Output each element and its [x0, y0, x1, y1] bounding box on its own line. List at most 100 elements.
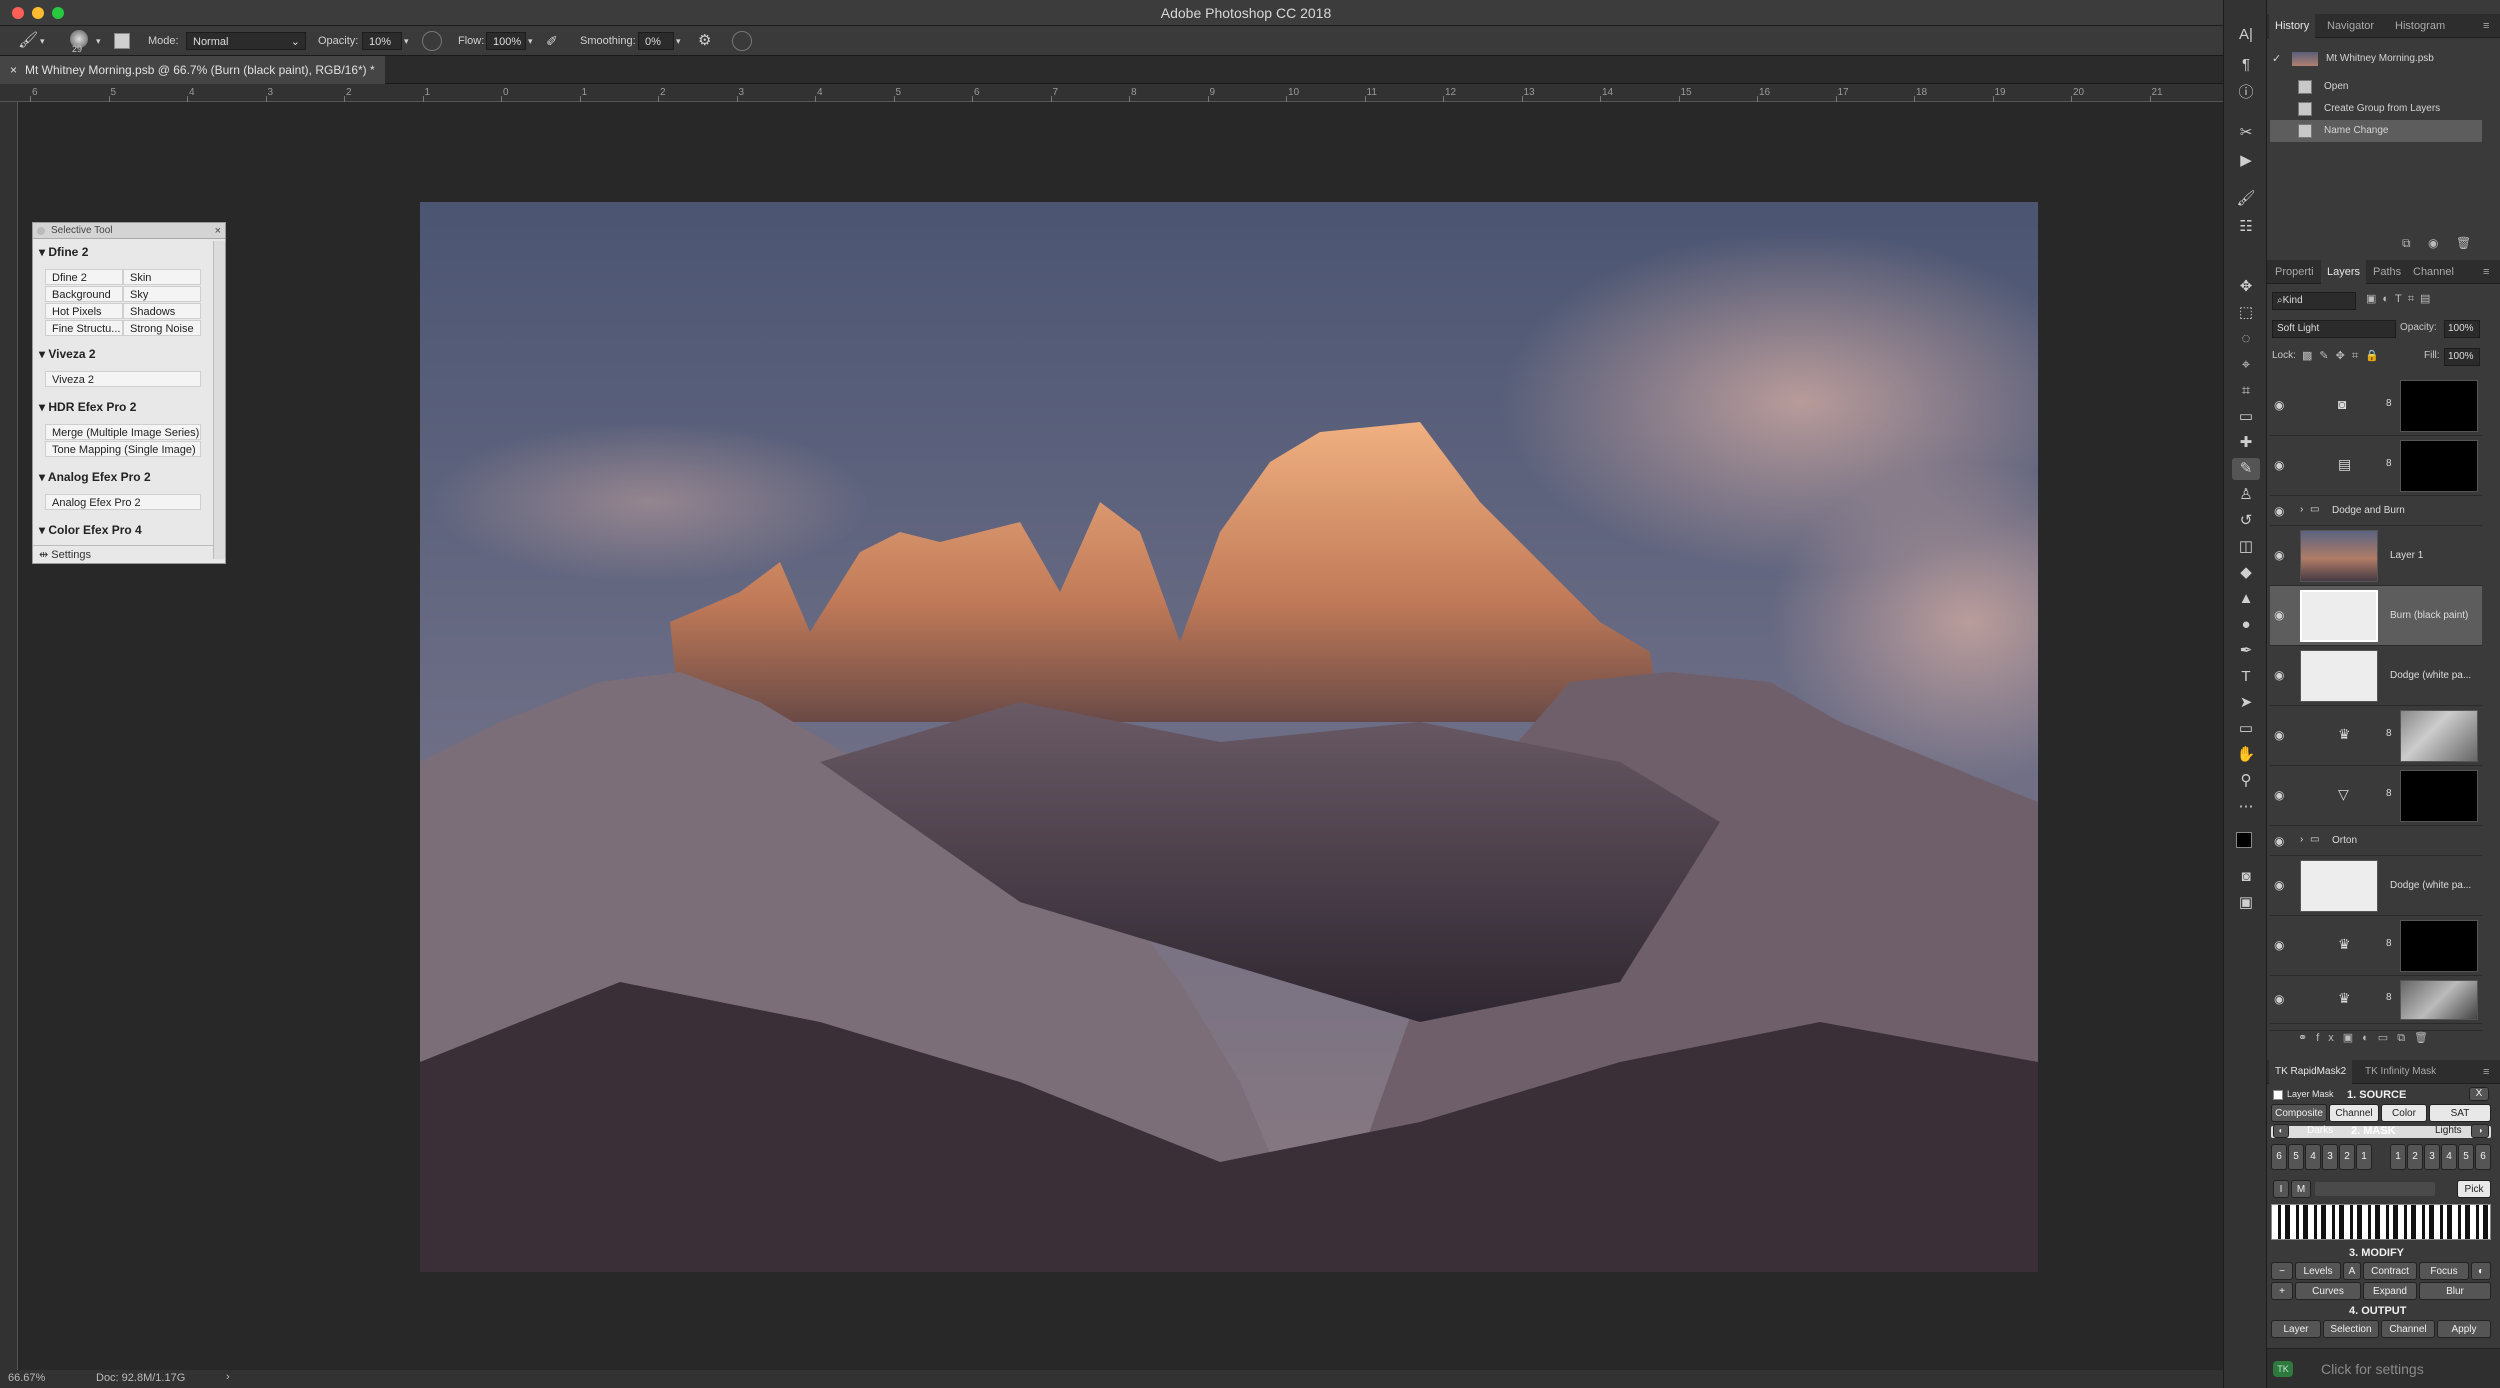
expand-button[interactable]: Expand — [2363, 1282, 2417, 1300]
section-analog[interactable]: ▾ Analog Efex Pro 2 — [39, 470, 151, 484]
layer-mask-thumbnail[interactable] — [2400, 440, 2478, 492]
layer-row[interactable]: ◉ ♛ 8 — [2270, 976, 2482, 1024]
brush-tool-icon[interactable]: 🖌 — [18, 32, 38, 50]
marquee-icon[interactable]: ⬚ — [2232, 302, 2260, 324]
color-button[interactable]: Color — [2381, 1104, 2427, 1122]
close-icon[interactable]: × — [215, 223, 221, 239]
history-item[interactable]: Open — [2270, 76, 2482, 98]
paint-bucket-icon[interactable]: ◆ — [2232, 562, 2260, 584]
lock-icons[interactable]: ▩✎✥⌗🔒 — [2302, 349, 2386, 363]
output-channel-button[interactable]: Channel — [2381, 1320, 2435, 1338]
section-viveza[interactable]: ▾ Viveza 2 — [39, 347, 96, 361]
eye-icon[interactable]: ◉ — [2274, 938, 2290, 952]
layer-thumbnail[interactable] — [2300, 650, 2378, 702]
trash-icon[interactable]: 🗑 — [2456, 236, 2471, 250]
levels-button[interactable]: Levels — [2295, 1262, 2341, 1280]
chevron-down-icon[interactable]: ▾ — [404, 32, 409, 50]
layer-mask-checkbox[interactable] — [2273, 1090, 2283, 1100]
dark-5-button[interactable]: 5 — [2288, 1144, 2304, 1170]
blur-icon[interactable]: ▲ — [2232, 588, 2260, 610]
history-snapshot[interactable]: ✓ Mt Whitney Morning.psb — [2270, 48, 2482, 70]
chevron-down-icon[interactable]: ▾ — [96, 32, 101, 50]
section-color-efex[interactable]: ▾ Color Efex Pro 4 — [39, 523, 142, 537]
tone-mapping-button[interactable]: Tone Mapping (Single Image) — [45, 441, 201, 457]
layer-row[interactable]: ◉ ▽ 8 — [2270, 766, 2482, 826]
eye-icon[interactable]: ◉ — [2274, 992, 2290, 1006]
quick-mask-icon[interactable]: ◙ — [2232, 866, 2260, 888]
focus-button[interactable]: Focus — [2419, 1262, 2469, 1280]
layer-row-selected[interactable]: ◉ Burn (black paint) — [2270, 586, 2482, 646]
tab-layers[interactable]: Layers — [2321, 260, 2367, 284]
layer-group-row[interactable]: ◉ › ▭ Orton — [2270, 826, 2482, 856]
layer-filter-select[interactable]: ⌕Kind — [2272, 292, 2356, 310]
opacity-field[interactable]: 10% — [362, 32, 402, 50]
history-item[interactable]: Create Group from Layers — [2270, 98, 2482, 120]
info-icon[interactable]: ⓘ — [2232, 82, 2260, 104]
camera-icon[interactable]: ◉ — [2428, 236, 2438, 250]
light-2-button[interactable]: 2 — [2407, 1144, 2423, 1170]
scissors-icon[interactable]: ✂ — [2232, 122, 2260, 144]
mask-slider[interactable] — [2315, 1182, 2435, 1196]
eye-icon[interactable]: ◉ — [2274, 728, 2290, 742]
chevron-down-icon[interactable]: ▾ — [528, 32, 533, 50]
merge-button[interactable]: Merge (Multiple Image Series) — [45, 424, 201, 440]
hand-icon[interactable]: ✋ — [2232, 744, 2260, 766]
layer-mask-thumbnail[interactable] — [2400, 980, 2478, 1020]
document-image[interactable] — [420, 202, 2038, 1272]
dark-4-button[interactable]: 4 — [2305, 1144, 2321, 1170]
blend-mode-select[interactable]: Soft Light — [2272, 320, 2396, 338]
plus-icon[interactable]: + — [2271, 1282, 2293, 1300]
tab-channels[interactable]: Channel — [2407, 260, 2460, 284]
sat-button[interactable]: SAT — [2429, 1104, 2491, 1122]
tab-histogram[interactable]: Histogram — [2389, 14, 2451, 38]
history-item-selected[interactable]: Name Change — [2270, 120, 2482, 142]
pressure-opacity-icon[interactable] — [422, 31, 442, 51]
skin-button[interactable]: Skin — [123, 269, 201, 285]
brush-icon[interactable]: 🖌 — [2232, 188, 2260, 210]
layer-row[interactable]: ◉ ♛ 8 — [2270, 916, 2482, 976]
pressure-size-icon[interactable] — [732, 31, 752, 51]
light-4-button[interactable]: 4 — [2441, 1144, 2457, 1170]
screen-mode-icon[interactable]: ▣ — [2232, 892, 2260, 914]
layer-fill-field[interactable]: 100% — [2444, 348, 2480, 366]
menu-icon[interactable]: ≡ — [2477, 14, 2495, 38]
history-brush-icon[interactable]: ↺ — [2232, 510, 2260, 532]
stamp-icon[interactable]: ♙ — [2232, 484, 2260, 506]
blur-button[interactable]: Blur — [2419, 1282, 2491, 1300]
eye-icon[interactable]: ◉ — [2274, 548, 2290, 562]
tab-properties[interactable]: Properti — [2269, 260, 2320, 284]
light-3-button[interactable]: 3 — [2424, 1144, 2440, 1170]
brush-tool-icon[interactable]: ✎ — [2232, 458, 2260, 480]
healing-icon[interactable]: ✚ — [2232, 432, 2260, 454]
layer-row[interactable]: ◉ Dodge (white pa... — [2270, 646, 2482, 706]
background-button[interactable]: Background — [45, 286, 123, 302]
curves-button[interactable]: Curves — [2295, 1282, 2361, 1300]
layer-mask-thumbnail[interactable] — [2400, 380, 2478, 432]
more-icon[interactable]: ⋯ — [2232, 796, 2260, 818]
eye-icon[interactable]: ◉ — [2274, 398, 2290, 412]
chevron-right-icon[interactable]: › — [2300, 504, 2303, 515]
layer-thumbnail[interactable] — [2300, 590, 2378, 642]
ruler-icon[interactable]: ▭ — [2232, 406, 2260, 428]
flow-field[interactable]: 100% — [486, 32, 526, 50]
vertical-ruler[interactable] — [0, 102, 18, 1370]
brush-settings-icon[interactable] — [114, 33, 130, 49]
i-button[interactable]: I — [2273, 1180, 2289, 1198]
layer-mask-thumbnail[interactable] — [2400, 710, 2478, 762]
chevron-right-icon[interactable]: › — [2300, 834, 2303, 845]
path-select-icon[interactable]: ➤ — [2232, 692, 2260, 714]
darks-toggle-icon[interactable]: ◐ — [2273, 1124, 2289, 1138]
quick-select-icon[interactable]: ⌖ — [2232, 354, 2260, 376]
layer-mask-thumbnail[interactable] — [2400, 770, 2478, 822]
text-tool-icon[interactable]: T — [2232, 666, 2260, 688]
lasso-icon[interactable]: ◌ — [2232, 328, 2260, 350]
pick-button[interactable]: Pick — [2457, 1180, 2491, 1198]
settings-row[interactable]: ⇹ Settings — [33, 545, 213, 563]
minus-icon[interactable]: − — [2271, 1262, 2293, 1280]
close-x-button[interactable]: X — [2469, 1087, 2489, 1101]
dark-3-button[interactable]: 3 — [2322, 1144, 2338, 1170]
lights-toggle-icon[interactable]: ◑ — [2471, 1124, 2489, 1138]
horizontal-ruler[interactable]: 6 5 4 3 2 1 0 1 2 3 4 5 6 7 8 9 10 11 12 13 14 15 16 17 18 19 20 21… — [0, 84, 2241, 102]
zoom-icon[interactable]: ⚲ — [2232, 770, 2260, 792]
document-tab[interactable]: × Mt Whitney Morning.psb @ 66.7% (Burn (b… — [0, 56, 385, 84]
